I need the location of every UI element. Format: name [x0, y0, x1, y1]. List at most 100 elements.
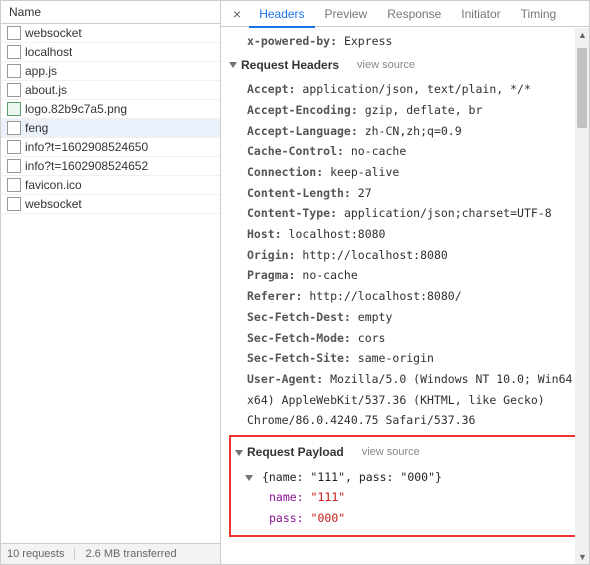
section-title: Request Headers [241, 55, 339, 77]
payload-value: "111" [311, 490, 346, 504]
request-list: websocket localhost app.js about.js logo.82b… [1, 24, 220, 543]
header-value: no-cache [302, 268, 357, 282]
header-value: 27 [358, 186, 372, 200]
header-value: cors [358, 331, 386, 345]
header-value: gzip, deflate, br [365, 103, 483, 117]
header-key: x-powered-by: [247, 34, 337, 48]
request-name: logo.82b9c7a5.png [25, 102, 127, 116]
header-key: Cache-Control: [247, 144, 351, 158]
header-key: Pragma: [247, 268, 302, 282]
header-value: empty [358, 310, 393, 324]
header-key: Accept-Language: [247, 124, 365, 138]
document-file-icon [7, 45, 21, 59]
details-tabs: × HeadersPreviewResponseInitiatorTiming [221, 1, 589, 27]
document-file-icon [7, 83, 21, 97]
request-item[interactable]: websocket [1, 195, 220, 214]
request-headers-section[interactable]: Request Headers view source [229, 52, 589, 80]
image-file-icon [7, 102, 21, 116]
header-row: Accept-Encoding: gzip, deflate, br [229, 100, 589, 121]
request-item[interactable]: info?t=1602908524650 [1, 138, 220, 157]
header-row: Sec-Fetch-Dest: empty [229, 307, 589, 328]
header-row: Cache-Control: no-cache [229, 141, 589, 162]
tab-response[interactable]: Response [377, 2, 451, 26]
document-file-icon [7, 140, 21, 154]
tab-preview[interactable]: Preview [315, 2, 378, 26]
payload-key: name: [269, 490, 311, 504]
tab-initiator[interactable]: Initiator [451, 2, 510, 26]
close-icon[interactable]: × [225, 6, 249, 22]
request-payload-highlighted: Request Payload view source {name: "111"… [229, 435, 583, 537]
scrollbar[interactable]: ▲ ▼ [575, 28, 589, 564]
header-key: Content-Type: [247, 206, 344, 220]
payload-object[interactable]: {name: "111", pass: "000"} [235, 467, 577, 488]
devtools-network-panel: Name websocket localhost app.js about.js log… [1, 1, 589, 564]
scroll-up-icon[interactable]: ▲ [578, 30, 587, 40]
header-key: Accept-Encoding: [247, 103, 365, 117]
request-name: websocket [25, 197, 82, 211]
header-key: Content-Length: [247, 186, 358, 200]
request-payload-section[interactable]: Request Payload view source [235, 439, 577, 467]
header-value: zh-CN,zh;q=0.9 [365, 124, 462, 138]
payload-row: name: "111" [235, 487, 577, 508]
payload-row: pass: "000" [235, 508, 577, 529]
header-row: Connection: keep-alive [229, 162, 589, 183]
document-file-icon [7, 64, 21, 78]
header-row: x-powered-by: Express [229, 31, 589, 52]
tab-headers[interactable]: Headers [249, 2, 314, 28]
request-item[interactable]: localhost [1, 43, 220, 62]
header-row: Accept-Language: zh-CN,zh;q=0.9 [229, 121, 589, 142]
headers-content: x-powered-by: Express Request Headers vi… [221, 27, 589, 564]
header-key: Referer: [247, 289, 309, 303]
section-title: Request Payload [247, 442, 344, 464]
view-source-link[interactable]: view source [357, 56, 415, 76]
scrollbar-thumb[interactable] [577, 48, 587, 128]
scroll-down-icon[interactable]: ▼ [578, 552, 587, 562]
request-name: favicon.ico [25, 178, 82, 192]
document-file-icon [7, 178, 21, 192]
request-name: websocket [25, 26, 82, 40]
request-item[interactable]: favicon.ico [1, 176, 220, 195]
header-key: Sec-Fetch-Dest: [247, 310, 358, 324]
request-item[interactable]: info?t=1602908524652 [1, 157, 220, 176]
header-key: Sec-Fetch-Mode: [247, 331, 358, 345]
document-file-icon [7, 197, 21, 211]
header-key: Host: [247, 227, 289, 241]
view-source-link[interactable]: view source [362, 443, 420, 463]
request-name: about.js [25, 83, 67, 97]
header-row: Referer: http://localhost:8080/ [229, 286, 589, 307]
header-key: Connection: [247, 165, 330, 179]
tab-timing[interactable]: Timing [511, 2, 567, 26]
header-value: application/json;charset=UTF-8 [344, 206, 552, 220]
request-name: feng [25, 121, 48, 135]
header-value: keep-alive [330, 165, 399, 179]
request-item[interactable]: feng [1, 119, 220, 138]
document-file-icon [7, 26, 21, 40]
payload-key: pass: [269, 511, 311, 525]
header-value: http://localhost:8080/ [309, 289, 461, 303]
document-file-icon [7, 121, 21, 135]
request-name: localhost [25, 45, 72, 59]
request-item[interactable]: app.js [1, 62, 220, 81]
chevron-down-icon [245, 475, 253, 481]
header-row: Pragma: no-cache [229, 265, 589, 286]
header-key: Accept: [247, 82, 302, 96]
request-item[interactable]: websocket [1, 24, 220, 43]
header-row: User-Agent: Mozilla/5.0 (Windows NT 10.0… [229, 369, 589, 431]
request-list-panel: Name websocket localhost app.js about.js log… [1, 1, 221, 564]
chevron-down-icon [235, 450, 243, 456]
header-row: Accept: application/json, text/plain, */… [229, 79, 589, 100]
payload-object-summary: {name: "111", pass: "000"} [262, 470, 442, 484]
request-item[interactable]: logo.82b9c7a5.png [1, 100, 220, 119]
header-key: Origin: [247, 248, 302, 262]
request-name: info?t=1602908524650 [25, 140, 148, 154]
header-value: application/json, text/plain, */* [302, 82, 530, 96]
header-row: Content-Type: application/json;charset=U… [229, 203, 589, 224]
header-row: Sec-Fetch-Site: same-origin [229, 348, 589, 369]
name-column-header[interactable]: Name [1, 1, 220, 24]
request-item[interactable]: about.js [1, 81, 220, 100]
details-panel: × HeadersPreviewResponseInitiatorTiming … [221, 1, 589, 564]
header-value: http://localhost:8080 [302, 248, 447, 262]
header-value: localhost:8080 [289, 227, 386, 241]
header-key: Sec-Fetch-Site: [247, 351, 358, 365]
payload-value: "000" [311, 511, 346, 525]
